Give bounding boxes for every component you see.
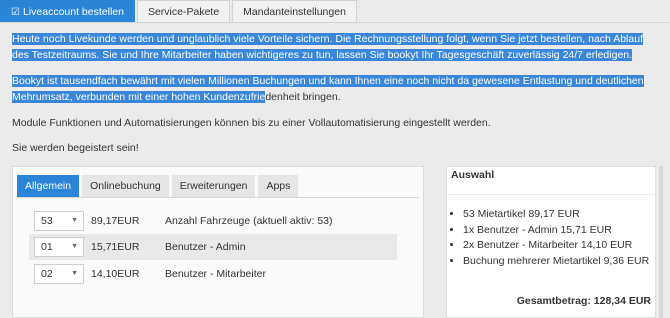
top-tab-bar: ☑ Liveaccount bestellen Service-Pakete Ma… xyxy=(0,0,359,22)
tab-liveaccount-label: Liveaccount bestellen xyxy=(22,6,124,18)
quantity-select[interactable]: 53 ▼ xyxy=(34,211,84,231)
intro-paragraph-2: Bookyt ist tausendfach bewährt mit viele… xyxy=(12,73,662,105)
chevron-down-icon: ▼ xyxy=(71,243,78,250)
intro-paragraph-1: Heute noch Livekunde werden und unglaubl… xyxy=(12,31,662,63)
configuration-panel: Allgemein Onlinebuchung Erweiterungen Ap… xyxy=(12,166,424,318)
selection-summary-panel: Auswahl 53 Mietartikel 89,17 EUR 1x Benu… xyxy=(446,166,656,318)
total-amount: Gesamtbetrag: 128,34 EUR xyxy=(516,295,651,307)
intro-paragraph-3: Module Funktionen und Automatisierungen … xyxy=(12,117,491,129)
inner-tab-bar: Allgemein Onlinebuchung Erweiterungen Ap… xyxy=(17,175,301,197)
table-row: 53 ▼ 89,17EUR Anzahl Fahrzeuge (aktuell a… xyxy=(29,208,397,234)
quantity-select[interactable]: 02 ▼ xyxy=(34,264,84,284)
tab-liveaccount-bestellen[interactable]: ☑ Liveaccount bestellen xyxy=(0,0,135,22)
quantity-value: 01 xyxy=(41,241,53,253)
list-item: Buchung mehrerer Mietartikel 9,36 EUR xyxy=(463,254,649,270)
cart-icon: ☑ xyxy=(11,7,20,18)
summary-divider xyxy=(447,194,655,195)
row-price: 89,17EUR xyxy=(91,215,140,227)
row-price: 14,10EUR xyxy=(91,268,140,280)
row-price: 15,71EUR xyxy=(91,241,140,253)
chevron-down-icon: ▼ xyxy=(71,217,78,224)
row-description: Benutzer - Admin xyxy=(165,241,246,253)
scrollbar[interactable] xyxy=(659,166,663,318)
intro-paragraph-4: Sie werden begeistert sein! xyxy=(12,142,139,154)
list-item: 2x Benutzer - Mitarbeiter 14,10 EUR xyxy=(463,238,649,254)
summary-list: 53 Mietartikel 89,17 EUR 1x Benutzer - A… xyxy=(449,207,649,269)
list-item: 1x Benutzer - Admin 15,71 EUR xyxy=(463,223,649,239)
tab-onlinebuchung[interactable]: Onlinebuchung xyxy=(82,175,169,197)
quantity-value: 53 xyxy=(41,215,53,227)
quantity-select[interactable]: 01 ▼ xyxy=(34,237,84,257)
summary-title: Auswahl xyxy=(451,169,495,181)
chevron-down-icon: ▼ xyxy=(71,270,78,277)
tab-erweiterungen[interactable]: Erweiterungen xyxy=(171,175,256,197)
tab-mandanteinstellungen[interactable]: Mandanteinstellungen xyxy=(232,0,357,22)
tab-divider xyxy=(0,22,670,23)
tab-apps[interactable]: Apps xyxy=(258,175,299,197)
table-row: 01 ▼ 15,71EUR Benutzer - Admin xyxy=(29,234,397,260)
selected-text: Heute noch Livekunde werden und unglaubl… xyxy=(12,33,643,61)
table-row: 02 ▼ 14,10EUR Benutzer - Mitarbeiter xyxy=(29,261,397,287)
inner-tab-divider xyxy=(17,197,419,198)
tab-service-pakete[interactable]: Service-Pakete xyxy=(136,0,231,22)
list-item: 53 Mietartikel 89,17 EUR xyxy=(463,207,649,223)
row-description: Benutzer - Mitarbeiter xyxy=(165,268,266,280)
quantity-value: 02 xyxy=(41,268,53,280)
tab-allgemein[interactable]: Allgemein xyxy=(17,175,80,197)
row-description: Anzahl Fahrzeuge (aktuell aktiv: 53) xyxy=(165,215,333,227)
unselected-text: denheit bringen. xyxy=(265,91,341,103)
